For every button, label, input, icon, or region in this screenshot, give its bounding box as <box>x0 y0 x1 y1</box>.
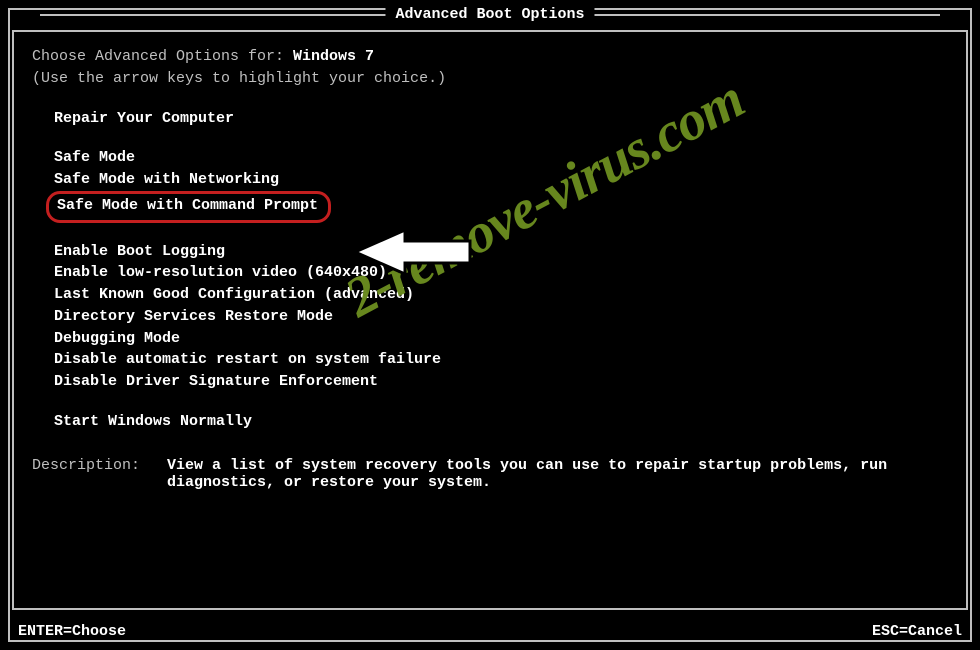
choose-label: Choose Advanced Options for: <box>32 48 293 65</box>
opt-low-resolution[interactable]: Enable low-resolution video (640x480) <box>54 262 948 284</box>
os-name: Windows 7 <box>293 48 374 65</box>
description-label: Description: <box>32 457 167 491</box>
page-title: Advanced Boot Options <box>385 6 594 23</box>
footer-esc: ESC=Cancel <box>872 623 962 640</box>
hint-line: (Use the arrow keys to highlight your ch… <box>32 68 948 90</box>
opt-enable-boot-logging[interactable]: Enable Boot Logging <box>54 241 948 263</box>
group-safe-mode: Safe Mode Safe Mode with Networking Safe… <box>54 147 948 222</box>
opt-directory-services[interactable]: Directory Services Restore Mode <box>54 306 948 328</box>
opt-debugging-mode[interactable]: Debugging Mode <box>54 328 948 350</box>
description-text: View a list of system recovery tools you… <box>167 457 948 491</box>
group-normal: Start Windows Normally <box>54 411 948 433</box>
opt-safe-mode[interactable]: Safe Mode <box>54 147 948 169</box>
opt-safe-mode-command-prompt[interactable]: Safe Mode with Command Prompt <box>46 191 331 223</box>
opt-repair-your-computer[interactable]: Repair Your Computer <box>54 108 948 130</box>
main-panel: Choose Advanced Options for: Windows 7 (… <box>12 30 968 610</box>
footer-bar: ENTER=Choose ESC=Cancel <box>18 623 962 640</box>
group-advanced: Enable Boot Logging Enable low-resolutio… <box>54 241 948 393</box>
description-row: Description: View a list of system recov… <box>32 457 948 491</box>
group-repair: Repair Your Computer <box>54 108 948 130</box>
opt-disable-driver-sig[interactable]: Disable Driver Signature Enforcement <box>54 371 948 393</box>
opt-start-normally[interactable]: Start Windows Normally <box>54 411 948 433</box>
opt-safe-mode-networking[interactable]: Safe Mode with Networking <box>54 169 948 191</box>
choose-line: Choose Advanced Options for: Windows 7 <box>32 46 948 68</box>
opt-disable-auto-restart[interactable]: Disable automatic restart on system fail… <box>54 349 948 371</box>
footer-enter: ENTER=Choose <box>18 623 126 640</box>
opt-last-known-good[interactable]: Last Known Good Configuration (advanced) <box>54 284 948 306</box>
